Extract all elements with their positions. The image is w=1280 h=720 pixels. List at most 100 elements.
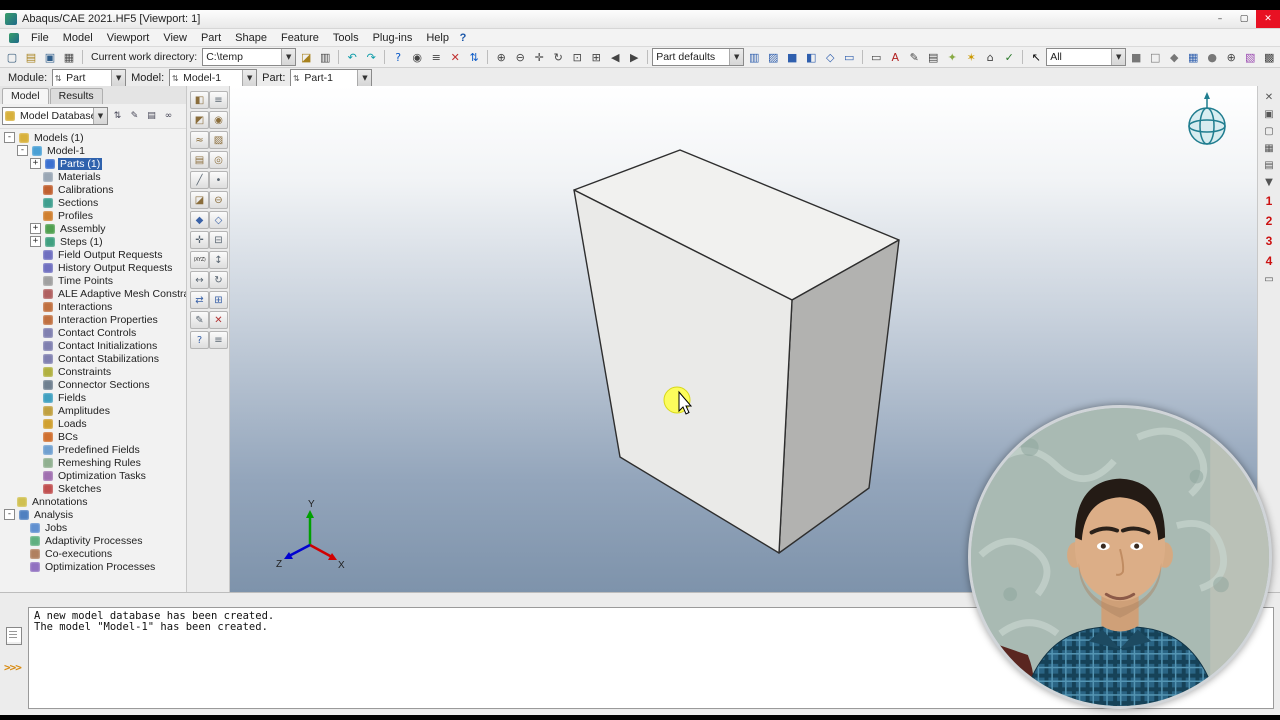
tree-item[interactable]: Sections <box>0 196 186 209</box>
menu-item[interactable]: View <box>156 32 194 44</box>
work-directory-combo[interactable]: C:\temp ▼ <box>202 48 297 66</box>
tree-expander[interactable]: + <box>30 236 41 247</box>
tree-item[interactable]: Contact Initializations <box>0 339 186 352</box>
tree-item[interactable]: BCs <box>0 430 186 443</box>
tree-item[interactable]: Calibrations <box>0 183 186 196</box>
round-fillet-tool[interactable]: ◆ <box>190 211 209 229</box>
solid-revolve-tool[interactable]: ◉ <box>209 111 228 129</box>
snap-icon[interactable]: ✓ <box>1000 49 1018 66</box>
lights-icon[interactable]: ✶ <box>962 49 980 66</box>
viewport-number[interactable]: 3 <box>1261 232 1277 250</box>
query-icon[interactable]: ? <box>389 49 407 66</box>
cut-revolve-tool[interactable]: ⊖ <box>209 191 228 209</box>
maximize-viewport-icon[interactable]: ▢ <box>1261 124 1277 139</box>
annotation-icon[interactable]: A <box>886 49 904 66</box>
model-combo[interactable]: ⇅ Model-1 ▼ <box>169 69 258 87</box>
part-combo[interactable]: ⇅ Part-1 ▼ <box>290 69 373 87</box>
tree-item[interactable]: Contact Controls <box>0 326 186 339</box>
menu-item[interactable]: Part <box>194 32 228 44</box>
print-viewport-icon[interactable]: ▥ <box>316 49 334 66</box>
select-angle-icon[interactable]: ◆ <box>1165 49 1183 66</box>
message-log-icon[interactable] <box>6 627 22 645</box>
minimize-button[interactable]: – <box>1208 10 1232 28</box>
viewport-number[interactable]: 4 <box>1261 252 1277 270</box>
tree-expander[interactable]: + <box>30 223 41 234</box>
reference-icon[interactable]: ≡ <box>427 49 445 66</box>
views-icon[interactable]: ⌂ <box>981 49 999 66</box>
set-work-directory-icon[interactable]: ◪ <box>297 49 315 66</box>
query-tool[interactable]: ? <box>190 331 209 349</box>
chevron-down-icon[interactable]: ▼ <box>281 49 296 65</box>
render-defaults-combo[interactable]: Part defaults ▼ <box>652 48 745 66</box>
tree-item[interactable]: Adaptivity Processes <box>0 534 186 547</box>
tree-item[interactable]: Contact Stabilizations <box>0 352 186 365</box>
maximize-button[interactable]: ▢ <box>1232 10 1256 28</box>
add-icon[interactable]: ⊕ <box>1222 49 1240 66</box>
new-model-icon[interactable]: ▢ <box>3 49 21 66</box>
shaded-render-icon[interactable]: ■ <box>783 49 801 66</box>
tab-results[interactable]: Results <box>49 88 103 104</box>
open-model-icon[interactable]: ▤ <box>22 49 40 66</box>
tree-item[interactable]: Constraints <box>0 365 186 378</box>
select-box-icon[interactable]: □ <box>1146 49 1164 66</box>
tree-expander[interactable]: - <box>17 145 28 156</box>
options-tool[interactable]: ≡ <box>209 331 228 349</box>
magnify-icon[interactable]: ⊕ <box>492 49 510 66</box>
close-icon[interactable]: ✕ <box>1261 90 1277 105</box>
tree-item[interactable]: + Steps (1) <box>0 235 186 248</box>
cascade-icon[interactable]: ▤ <box>1261 158 1277 173</box>
tree-expander[interactable]: - <box>4 509 15 520</box>
perspective-icon[interactable]: ◇ <box>821 49 839 66</box>
menu-item[interactable]: Model <box>56 32 100 44</box>
rotate-tool[interactable]: ↻ <box>209 271 228 289</box>
probe-icon[interactable]: ◉ <box>408 49 426 66</box>
shell-extrude-tool[interactable]: ▤ <box>190 151 209 169</box>
mesh-display-icon[interactable]: ▦ <box>1184 49 1202 66</box>
tree-item[interactable]: Materials <box>0 170 186 183</box>
redo-icon[interactable]: ↷ <box>362 49 380 66</box>
edit-icon[interactable]: ✎ <box>127 109 142 123</box>
spin-icon[interactable]: ⇅ <box>110 109 125 123</box>
partition-tool[interactable]: ⊟ <box>209 231 228 249</box>
datum-axis-tool[interactable]: ↕ <box>209 251 228 269</box>
save-model-icon[interactable]: ▣ <box>41 49 59 66</box>
chevron-down-icon[interactable]: ▼ <box>1111 49 1126 65</box>
pin-icon[interactable]: ▣ <box>1261 107 1277 122</box>
chevron-down-icon[interactable]: ▼ <box>111 70 126 86</box>
tree-expander[interactable]: - <box>4 132 15 143</box>
cut-extrude-tool[interactable]: ◪ <box>190 191 209 209</box>
tree-item[interactable]: - Model-1 <box>0 144 186 157</box>
datum-csys-tool[interactable]: (XYZ) <box>190 251 209 269</box>
context-help-icon[interactable]: ? <box>456 32 470 44</box>
tree-item[interactable]: + Assembly <box>0 222 186 235</box>
viewport-state-icon[interactable]: ▭ <box>1261 272 1277 287</box>
mirror-tool[interactable]: ⇄ <box>190 291 209 309</box>
pointer-icon[interactable]: ↖ <box>1027 49 1045 66</box>
menu-item[interactable]: Viewport <box>100 32 157 44</box>
tree-item[interactable]: Optimization Tasks <box>0 469 186 482</box>
tree-item[interactable]: Interaction Properties <box>0 313 186 326</box>
tree-item[interactable]: Jobs <box>0 521 186 534</box>
menu-item[interactable]: Plug-ins <box>366 32 420 44</box>
menu-item[interactable]: Feature <box>274 32 326 44</box>
cycle-next-icon[interactable]: ▶ <box>625 49 643 66</box>
fit-view-icon[interactable]: ⊞ <box>587 49 605 66</box>
cycle-prev-icon[interactable]: ◀ <box>606 49 624 66</box>
box-zoom-icon[interactable]: ⊡ <box>568 49 586 66</box>
kernel-prompt-icon[interactable]: >>> <box>4 661 22 674</box>
viewport-number[interactable]: 1 <box>1261 192 1277 210</box>
tree-item[interactable]: Profiles <box>0 209 186 222</box>
point-tool[interactable]: • <box>209 171 228 189</box>
menu-item[interactable]: Shape <box>228 32 274 44</box>
color-code-icon[interactable]: ▧ <box>1241 49 1259 66</box>
menu-item[interactable]: File <box>24 32 56 44</box>
pattern-tool[interactable]: ⊞ <box>209 291 228 309</box>
module-combo[interactable]: ⇅ Part ▼ <box>52 69 127 87</box>
refresh-icon[interactable]: ⇅ <box>465 49 483 66</box>
datum-tool[interactable]: ✛ <box>190 231 209 249</box>
pattern-icon[interactable]: ▩ <box>1260 49 1278 66</box>
edit-feature-tool[interactable]: ✎ <box>190 311 209 329</box>
menu-item[interactable]: Help <box>419 32 456 44</box>
parallel-icon[interactable]: ▭ <box>840 49 858 66</box>
options-icon[interactable]: ▤ <box>144 109 159 123</box>
